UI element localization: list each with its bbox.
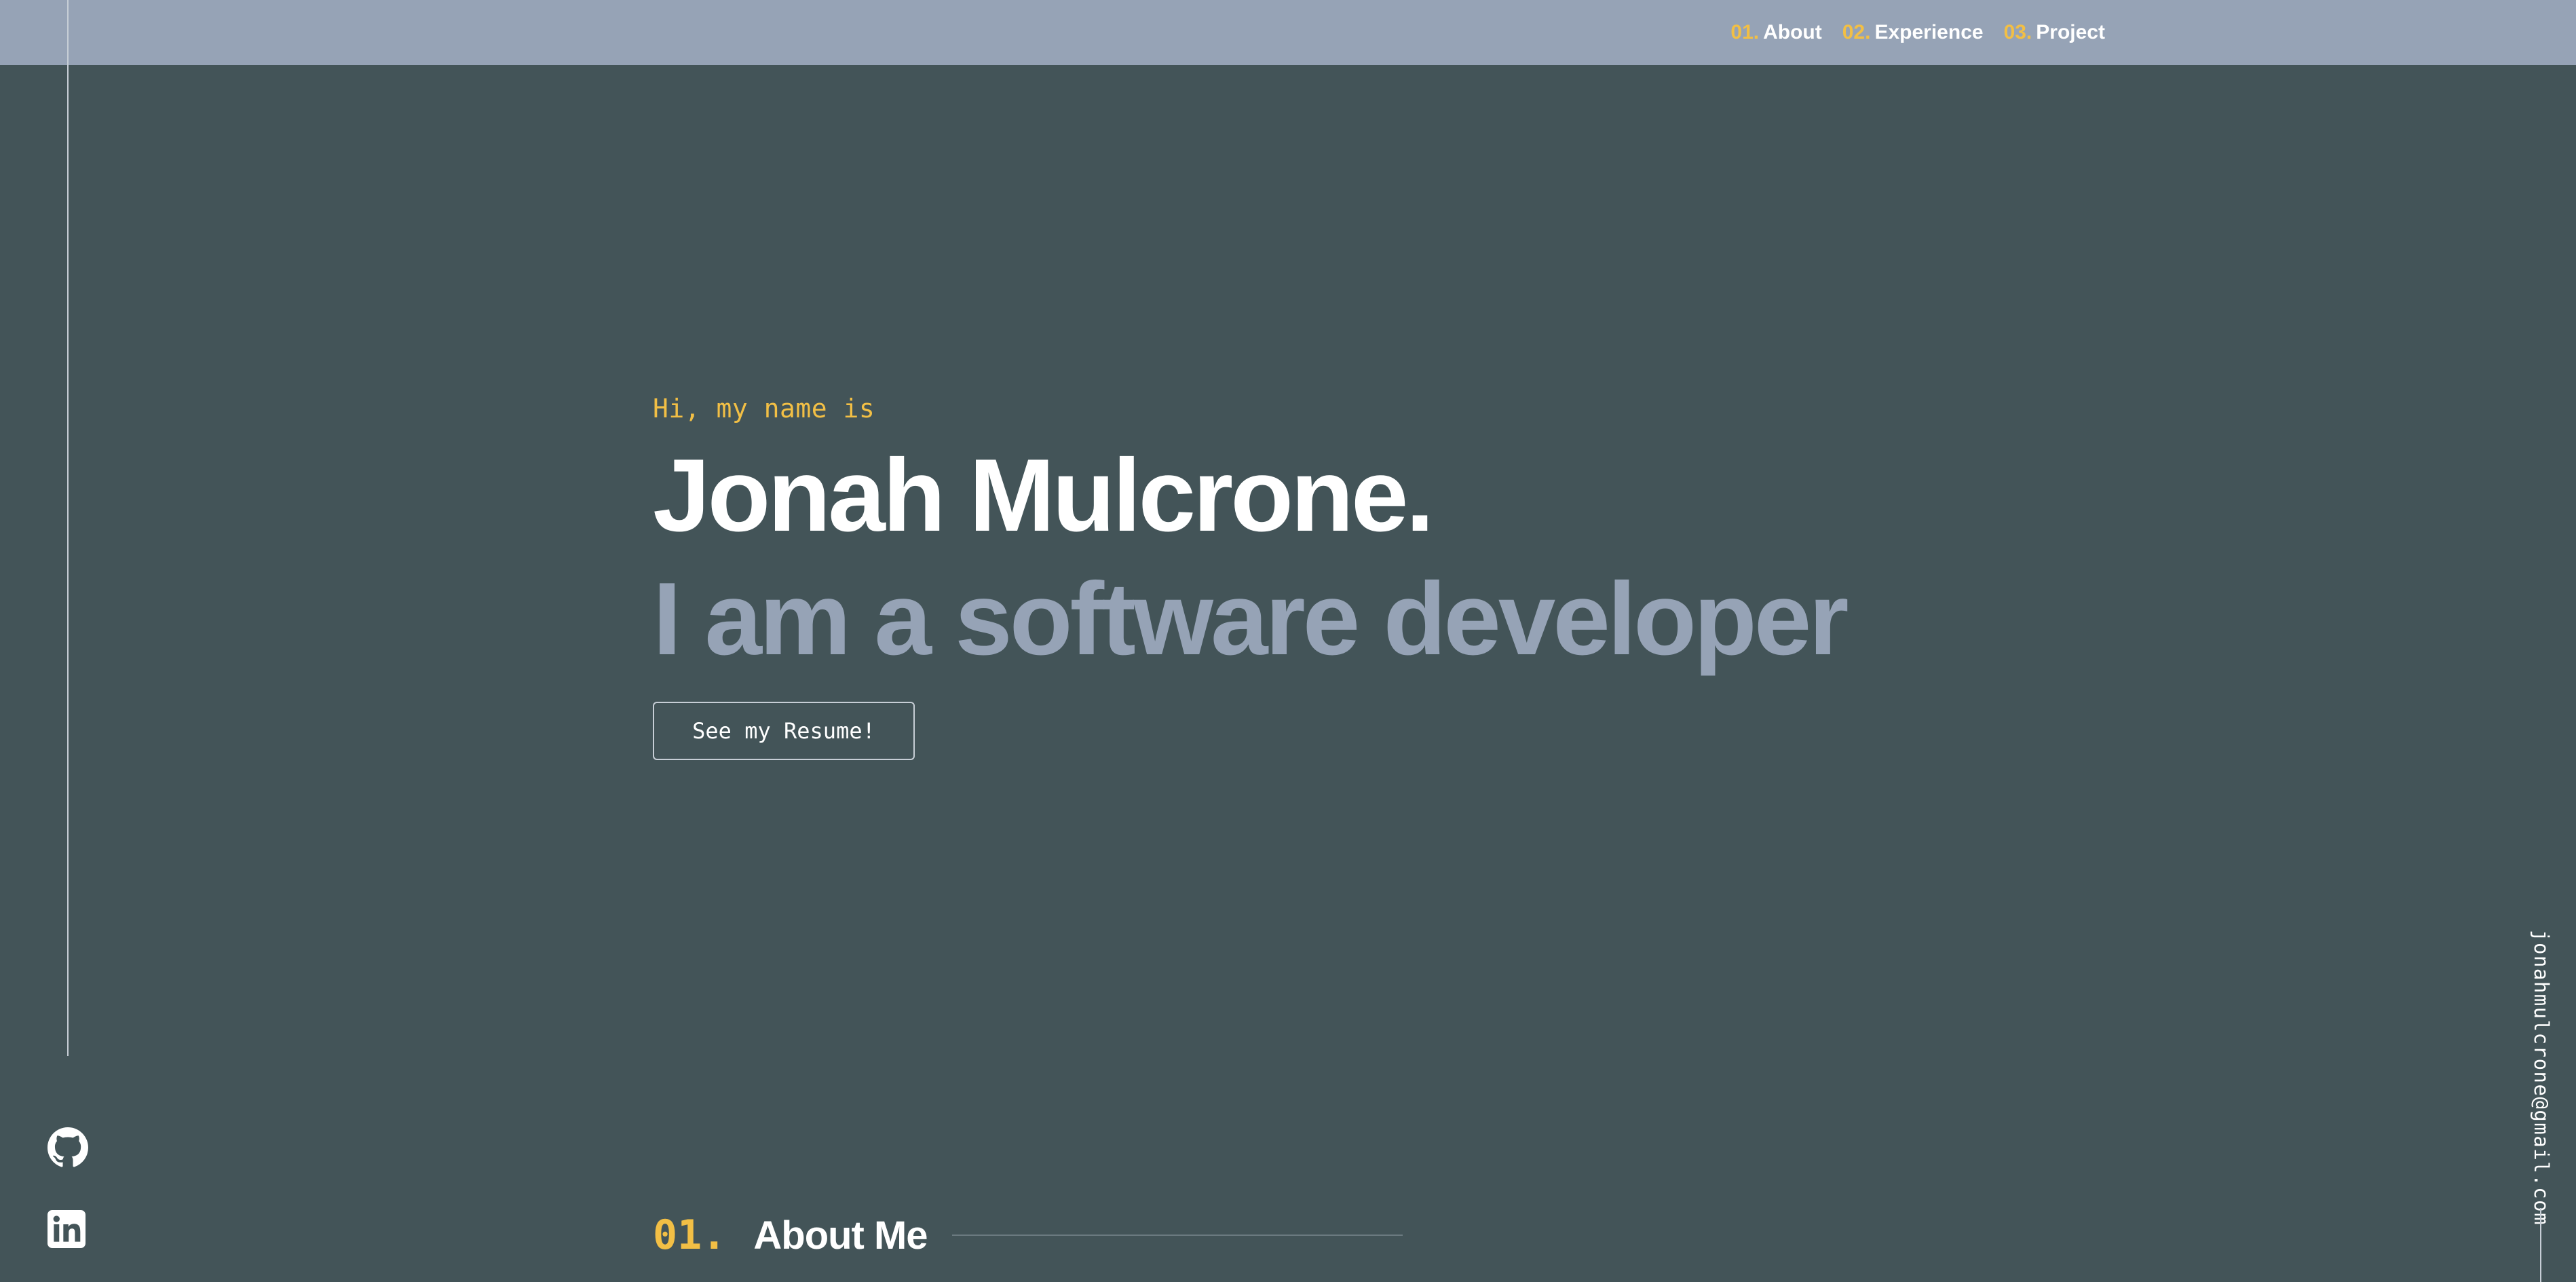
email-link[interactable]: jonahmulcrone@gmail.com [2530, 930, 2553, 1226]
nav-label: Project [2036, 21, 2105, 43]
about-title: About Me [753, 1213, 928, 1258]
github-link[interactable] [48, 1127, 88, 1168]
nav-link-experience[interactable]: 02. Experience [1842, 21, 1984, 44]
nav-link-about[interactable]: 01. About [1730, 21, 1821, 44]
hero-section: Hi, my name is Jonah Mulcrone. I am a so… [653, 394, 1849, 760]
nav-number: 01. [1730, 21, 1760, 43]
resume-button[interactable]: See my Resume! [653, 702, 915, 760]
linkedin-icon [48, 1210, 86, 1248]
github-icon [48, 1127, 88, 1167]
left-vertical-line [67, 0, 69, 1056]
nav-label: About [1763, 21, 1822, 43]
about-divider [951, 1234, 1403, 1236]
about-section-heading: 01. About Me [653, 1208, 1403, 1262]
about-number: 01. [653, 1211, 727, 1259]
nav-number: 02. [1842, 21, 1871, 43]
hero-greeting: Hi, my name is [653, 394, 875, 423]
hero-name: Jonah Mulcrone. [653, 438, 1435, 553]
top-navbar: 01. About 02. Experience 03. Project [0, 0, 2576, 65]
linkedin-link[interactable] [48, 1210, 86, 1248]
nav-number: 03. [2003, 21, 2032, 43]
nav-link-project[interactable]: 03. Project [2004, 21, 2105, 44]
hero-tagline: I am a software developer [653, 561, 1849, 677]
right-vertical-line [2540, 1208, 2541, 1282]
nav-label: Experience [1874, 21, 1984, 43]
nav-links: 01. About 02. Experience 03. Project [1730, 0, 2105, 65]
